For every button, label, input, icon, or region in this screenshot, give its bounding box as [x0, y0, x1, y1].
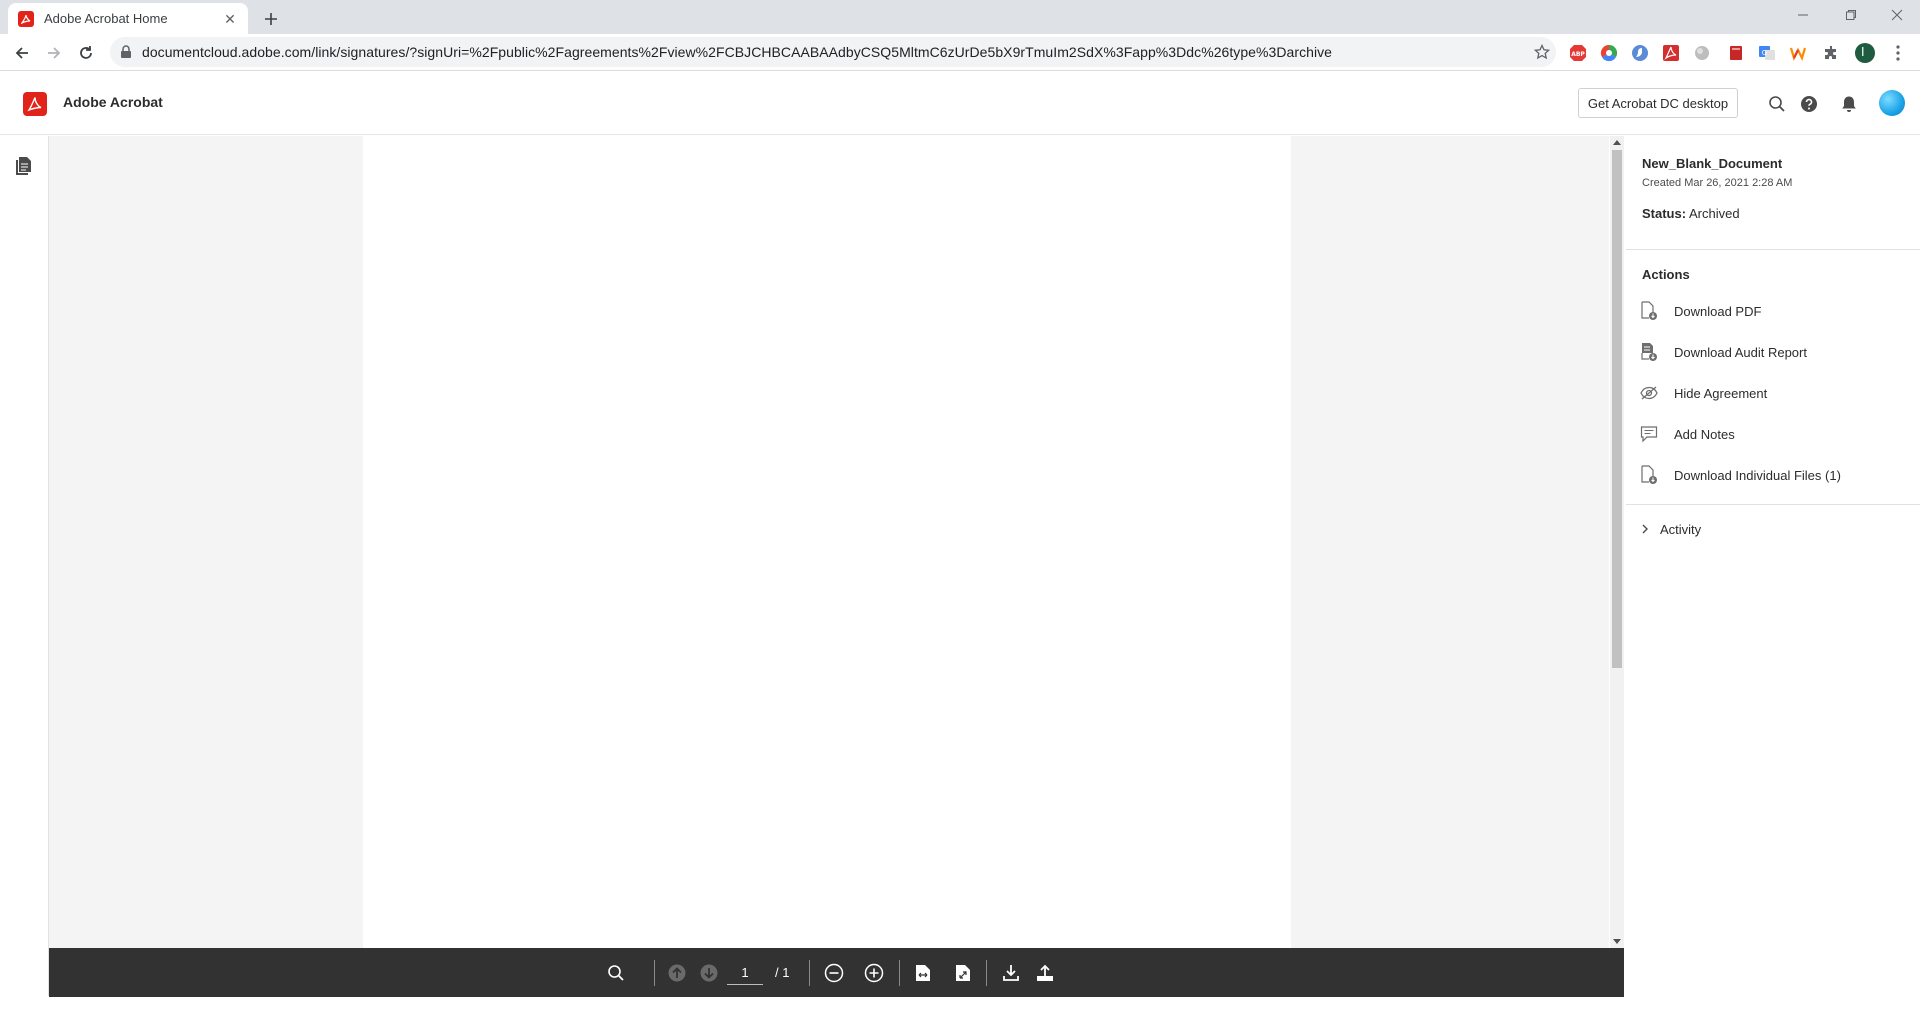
status-value: Archived — [1688, 206, 1740, 221]
acrobat-extension-icon[interactable] — [1661, 43, 1681, 63]
help-icon[interactable] — [1798, 93, 1820, 115]
toolbar-divider — [809, 960, 810, 986]
action-label: Download Individual Files (1) — [1674, 467, 1841, 483]
download-pdf-action[interactable]: Download PDF — [1638, 296, 1908, 326]
download-pdf-icon — [1638, 300, 1660, 322]
upload-icon[interactable] — [1034, 962, 1056, 984]
previous-page-icon[interactable] — [666, 962, 688, 984]
download-icon[interactable] — [1000, 962, 1022, 984]
get-acrobat-desktop-button[interactable]: Get Acrobat DC desktop — [1578, 88, 1738, 118]
back-icon[interactable] — [8, 39, 36, 67]
zoom-in-icon[interactable] — [863, 962, 885, 984]
viewer-scrollbar[interactable] — [1610, 136, 1624, 948]
svg-text:ABP: ABP — [1571, 51, 1585, 58]
activity-toggle[interactable]: Activity — [1640, 518, 1701, 540]
status-label: Status: — [1642, 206, 1687, 221]
profile-initial: I — [1861, 45, 1865, 59]
zoom-out-icon[interactable] — [823, 962, 845, 984]
add-notes-action[interactable]: Add Notes — [1638, 419, 1908, 449]
color-picker-extension-icon[interactable] — [1599, 43, 1619, 63]
tab-close-icon[interactable]: ✕ — [222, 11, 238, 27]
app-header: Adobe Acrobat Get Acrobat DC desktop — [0, 71, 1920, 135]
forward-icon[interactable] — [40, 39, 68, 67]
action-label: Hide Agreement — [1674, 385, 1768, 401]
bookmark-star-icon[interactable] — [1528, 44, 1556, 60]
browser-menu-icon[interactable] — [1888, 43, 1908, 63]
left-rail — [0, 136, 49, 996]
browser-toolbar: documentcloud.adobe.com/link/signatures/… — [0, 34, 1920, 71]
toolbar-divider — [654, 960, 655, 986]
action-label: Download Audit Report — [1674, 344, 1807, 360]
adblock-extension-icon[interactable]: ABP — [1568, 43, 1588, 63]
browser-tab-strip: Adobe Acrobat Home ✕ — [0, 0, 1920, 34]
audit-report-icon — [1638, 341, 1660, 363]
scrollbar-thumb[interactable] — [1612, 150, 1622, 668]
notes-icon — [1638, 423, 1660, 445]
acrobat-logo-icon[interactable] — [23, 92, 47, 116]
chevron-right-icon — [1640, 523, 1652, 535]
extensions-puzzle-icon[interactable] — [1822, 43, 1842, 63]
profile-avatar-icon[interactable] — [1855, 43, 1875, 63]
browser-tab[interactable]: Adobe Acrobat Home ✕ — [8, 3, 248, 34]
lock-icon — [120, 45, 134, 59]
action-label: Add Notes — [1674, 426, 1735, 442]
activity-label: Activity — [1660, 521, 1702, 537]
scroll-up-icon[interactable] — [1613, 140, 1621, 145]
app-name[interactable]: Adobe Acrobat — [63, 94, 163, 110]
action-label: Download PDF — [1674, 303, 1762, 319]
toolbar-divider — [899, 960, 900, 986]
download-files-icon — [1638, 464, 1660, 486]
privacy-extension-icon[interactable] — [1630, 43, 1650, 63]
restore-icon[interactable] — [1828, 0, 1874, 30]
status-row: Status: Archived — [1642, 206, 1740, 221]
gray-extension-icon[interactable] — [1692, 43, 1712, 63]
hide-agreement-action[interactable]: Hide Agreement — [1638, 378, 1908, 408]
new-tab-icon[interactable] — [258, 6, 284, 32]
minimize-icon[interactable] — [1780, 0, 1826, 30]
next-page-icon[interactable] — [698, 962, 720, 984]
svg-text:G: G — [1762, 49, 1767, 57]
fit-width-icon[interactable] — [912, 962, 934, 984]
window-close-icon[interactable] — [1874, 0, 1920, 30]
acrobat-favicon-icon — [18, 10, 34, 27]
scroll-down-icon[interactable] — [1613, 939, 1621, 944]
page-number-input[interactable]: 1 — [727, 961, 763, 985]
viewer-bottom-toolbar: 1 / 1 — [49, 948, 1624, 997]
notifications-bell-icon[interactable] — [1838, 93, 1860, 115]
actions-heading: Actions — [1642, 267, 1690, 282]
agreement-details-panel: New_Blank_Document Created Mar 26, 2021 … — [1626, 136, 1920, 996]
fit-page-icon[interactable] — [952, 962, 974, 984]
tab-title: Adobe Acrobat Home — [44, 11, 168, 26]
page-total: / 1 — [775, 965, 790, 980]
page-thumbnails-icon[interactable] — [14, 156, 32, 176]
download-individual-files-action[interactable]: Download Individual Files (1) — [1638, 460, 1908, 490]
document-name: New_Blank_Document — [1642, 156, 1783, 171]
multicolor-extension-icon[interactable] — [1788, 43, 1808, 63]
reload-icon[interactable] — [72, 39, 100, 67]
user-avatar[interactable] — [1879, 90, 1905, 116]
red-book-extension-icon[interactable] — [1726, 43, 1746, 63]
download-audit-report-action[interactable]: Download Audit Report — [1638, 337, 1908, 367]
url-text: documentcloud.adobe.com/link/signatures/… — [142, 44, 1332, 60]
toolbar-divider — [986, 960, 987, 986]
hide-eye-icon — [1638, 382, 1660, 404]
panel-divider — [1626, 249, 1920, 250]
panel-divider — [1626, 504, 1920, 505]
search-icon[interactable] — [1766, 93, 1788, 115]
translate-extension-icon[interactable]: G — [1757, 43, 1777, 63]
find-search-icon[interactable] — [605, 962, 627, 984]
created-date: Created Mar 26, 2021 2:28 AM — [1642, 177, 1793, 189]
document-page[interactable] — [363, 136, 1291, 948]
document-viewer[interactable] — [49, 136, 1609, 948]
address-bar[interactable]: documentcloud.adobe.com/link/signatures/… — [110, 37, 1556, 67]
